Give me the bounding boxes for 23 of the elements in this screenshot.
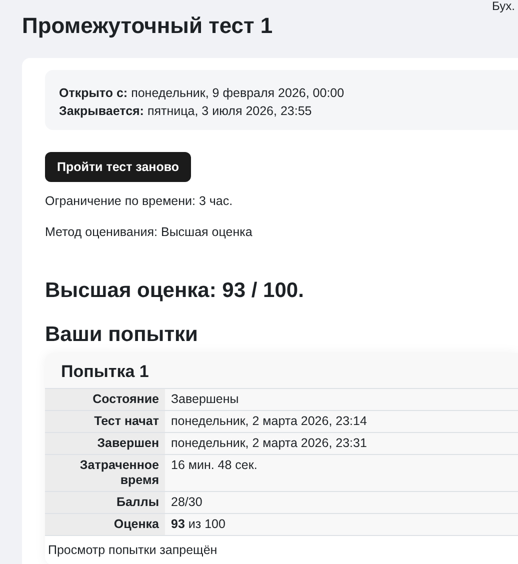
availability-line: Открыто с: понедельник, 9 февраля 2026, 00:00 [59,85,346,102]
best-grade: Высшая оценка: 93 / 100. [45,279,305,303]
user-menu-text[interactable]: Бух. [492,0,515,13]
row-value: 93 из 100 [171,517,226,531]
detail-text: Метод оценивания: Высшая оценка [45,225,254,239]
row-label: Затраченное время [78,458,159,488]
availability-line: Закрывается: пятница, 3 июля 2026, 23:55 [59,103,313,120]
row-value: 16 мин. 48 сек. [171,458,258,472]
page-title: Промежуточный тест 1 [22,12,273,40]
row-value: 28/30 [171,495,202,509]
review-note: Просмотр попытки запрещён [45,536,518,564]
row-label: Тест начат [94,414,159,429]
row-label: Баллы [116,495,159,510]
attempt-title: Попытка 1 [60,361,150,383]
retake-button[interactable]: Пройти тест заново [45,152,192,182]
row-value: понедельник, 2 марта 2026, 23:14 [171,414,367,428]
attempts-heading: Ваши попытки [45,323,199,347]
row-label: Завершен [97,436,159,451]
row-label: Состояние [92,392,159,407]
row-value: понедельник, 2 марта 2026, 23:31 [171,436,367,450]
detail-text: Ограничение по времени: 3 час. [45,194,234,208]
row-label: Оценка [114,517,159,532]
row-value: Завершены [171,392,239,406]
